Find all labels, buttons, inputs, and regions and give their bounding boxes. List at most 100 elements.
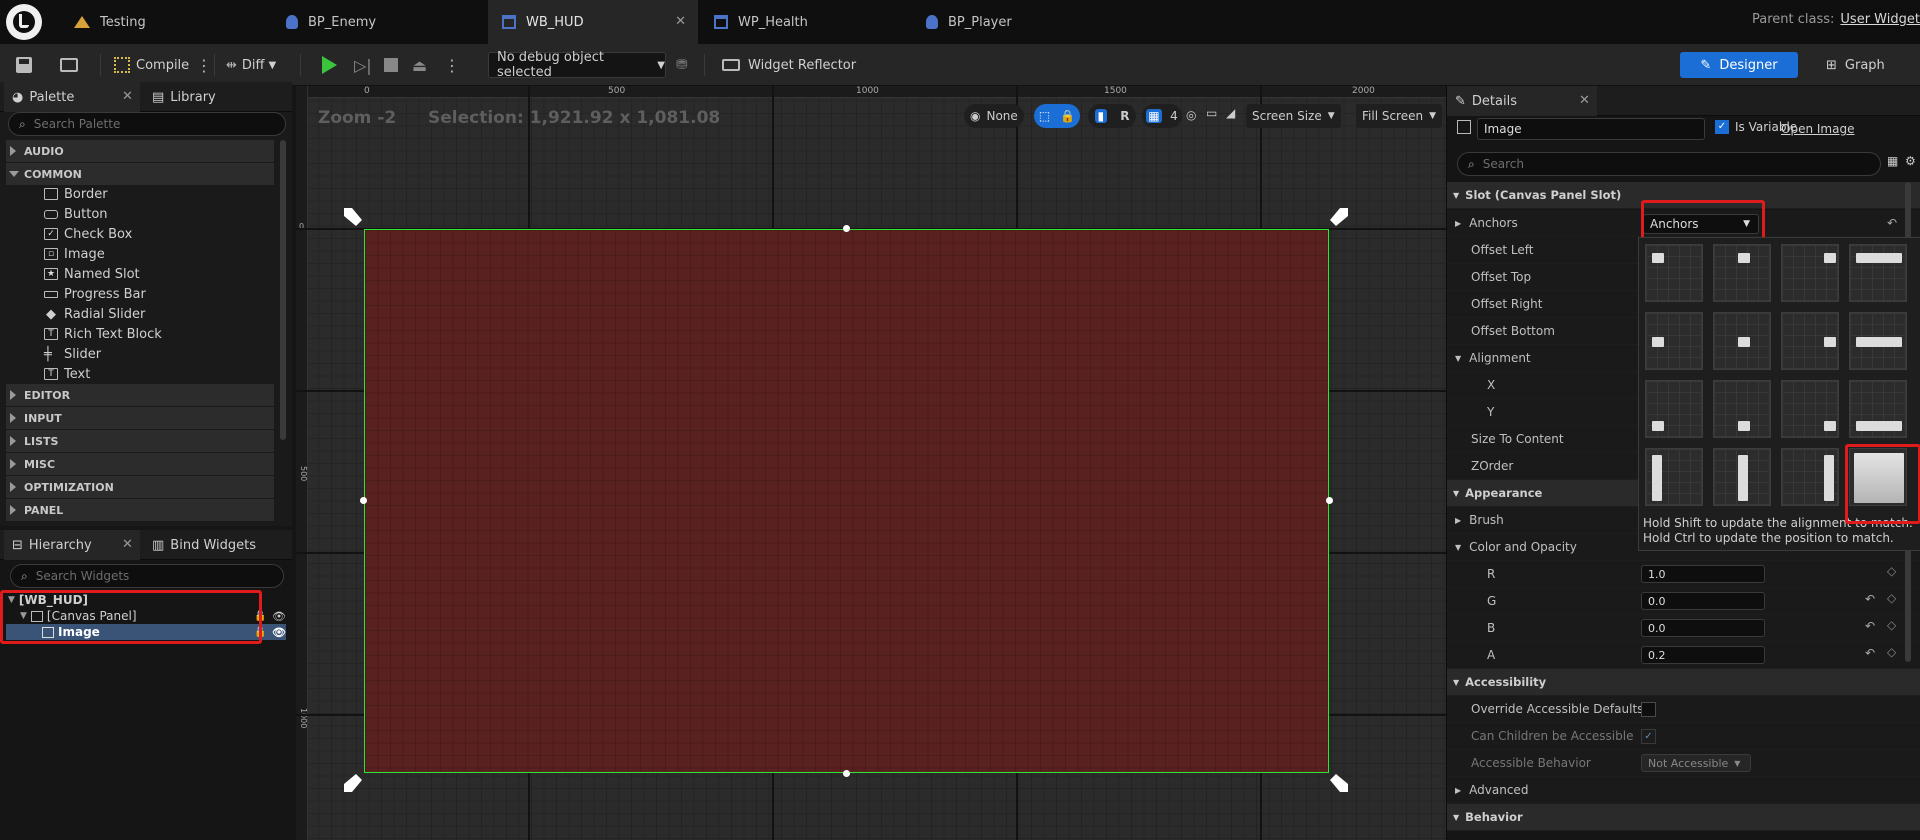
settings-icon[interactable]: ⚙ <box>1905 154 1916 168</box>
lock-icon[interactable]: 🔓 <box>254 611 266 622</box>
reset-icon[interactable]: ↶ <box>1865 619 1875 633</box>
can-children-checkbox[interactable]: ✓ <box>1641 729 1656 744</box>
color-r-input[interactable]: 1.0 <box>1641 565 1765 583</box>
zoom-fit-icon[interactable]: ◎ <box>1186 108 1196 122</box>
keyframe-icon[interactable]: ◇ <box>1887 618 1896 632</box>
category-input[interactable]: INPUT <box>6 407 274 429</box>
anchor-corner-bottom-left[interactable] <box>342 772 364 794</box>
close-tab-icon[interactable]: ✕ <box>675 14 686 29</box>
palette-item-progress-bar[interactable]: Progress Bar <box>44 284 146 304</box>
anchor-preset-bottom-center[interactable] <box>1713 380 1771 438</box>
anchors-dropdown[interactable]: Anchors ▼ <box>1643 214 1759 234</box>
reset-icon[interactable]: ↶ <box>1887 216 1897 230</box>
stop-button[interactable] <box>384 52 398 78</box>
anchor-preset-top-stretch[interactable] <box>1849 244 1907 302</box>
tab-wb-hud[interactable]: WB_HUD ✕ <box>488 0 698 44</box>
image-widget-preview[interactable] <box>364 229 1329 773</box>
anchor-corner-top-left[interactable] <box>342 206 364 228</box>
play-button[interactable] <box>322 52 337 78</box>
palette-scrollbar[interactable] <box>280 140 286 440</box>
tab-bind-widgets[interactable]: ▥ Bind Widgets <box>144 530 284 560</box>
keyframe-icon[interactable]: ◇ <box>1887 645 1896 659</box>
section-behavior[interactable]: ▼ Behavior <box>1447 804 1920 831</box>
palette-item-check-box[interactable]: ✓ Check Box <box>44 224 132 244</box>
tree-item-root[interactable]: ▼ [WB_HUD] <box>8 592 88 608</box>
browse-button[interactable] <box>60 52 78 78</box>
designer-button[interactable]: ✎ Designer <box>1680 52 1798 78</box>
graph-button[interactable]: ⊞ Graph <box>1826 52 1885 78</box>
anchor-preset-center-vstretch[interactable] <box>1713 448 1771 506</box>
designer-canvas[interactable]: 0 500 1000 1500 2000 0 500 1000 Zoom -2 … <box>296 86 1446 840</box>
anchor-preset-bottom-stretch[interactable] <box>1849 380 1907 438</box>
anchor-preset-fill[interactable] <box>1849 448 1907 506</box>
unreal-logo-icon[interactable] <box>6 4 42 40</box>
resize-handle-right[interactable] <box>1326 497 1333 504</box>
anchor-preset-center-right[interactable] <box>1781 312 1839 370</box>
color-b-input[interactable]: 0.0 <box>1641 619 1765 637</box>
category-editor[interactable]: EDITOR <box>6 384 274 406</box>
palette-item-border[interactable]: Border <box>44 184 108 204</box>
reset-icon[interactable]: ↶ <box>1865 646 1875 660</box>
open-image-link[interactable]: Open Image <box>1781 122 1854 136</box>
category-misc[interactable]: MISC <box>6 453 274 475</box>
save-button[interactable] <box>16 52 32 78</box>
category-panel[interactable]: PANEL <box>6 499 274 521</box>
tab-bp-player[interactable]: BP_Player <box>912 0 1122 44</box>
row-advanced[interactable]: ▶ Advanced <box>1447 777 1920 804</box>
localization-toggle[interactable]: ▮ R <box>1088 104 1136 128</box>
palette-item-named-slot[interactable]: ★ Named Slot <box>44 264 140 284</box>
screen-size-dropdown[interactable]: Screen Size ▼ <box>1246 104 1341 128</box>
category-lists[interactable]: LISTS <box>6 430 274 452</box>
close-icon[interactable]: ✕ <box>122 89 133 104</box>
anchor-preset-bottom-right[interactable] <box>1781 380 1839 438</box>
tab-wp-health[interactable]: WP_Health <box>700 0 910 44</box>
anchor-preset-top-left[interactable] <box>1645 244 1703 302</box>
section-slot[interactable]: ▼ Slot (Canvas Panel Slot) <box>1447 182 1920 209</box>
anchor-preset-top-center[interactable] <box>1713 244 1771 302</box>
widget-reflector-button[interactable]: Widget Reflector <box>722 52 856 78</box>
step-button[interactable]: ▷| <box>354 52 372 78</box>
anchor-preset-center-stretch[interactable] <box>1849 312 1907 370</box>
anchor-corner-top-right[interactable] <box>1328 206 1350 228</box>
palette-item-radial-slider[interactable]: ◆ Radial Slider <box>44 304 145 324</box>
keyframe-icon[interactable]: ◇ <box>1887 564 1896 578</box>
anchor-preset-left-stretch[interactable] <box>1645 448 1703 506</box>
color-g-input[interactable]: 0.0 <box>1641 592 1765 610</box>
tab-testing[interactable]: Testing <box>60 0 270 44</box>
reset-icon[interactable]: ↶ <box>1865 592 1875 606</box>
palette-item-rich-text-block[interactable]: T Rich Text Block <box>44 324 162 344</box>
lock-icon[interactable]: 🔓 <box>254 627 266 638</box>
anchor-preset-right-stretch[interactable] <box>1781 448 1839 506</box>
category-optimization[interactable]: OPTIMIZATION <box>6 476 274 498</box>
eject-button[interactable]: ⏏ <box>412 52 427 78</box>
eye-icon[interactable]: 👁 <box>272 610 286 623</box>
keyframe-icon[interactable]: ◇ <box>1887 591 1896 605</box>
tab-details[interactable]: ✎ Details ✕ <box>1447 86 1597 116</box>
resize-handle-left[interactable] <box>360 497 367 504</box>
hierarchy-search-input[interactable]: ⌕ Search Widgets <box>10 564 284 588</box>
debug-filter-button[interactable]: ⛃ <box>676 52 688 78</box>
play-options-icon[interactable]: ⋮ <box>444 52 460 78</box>
resize-handle-bottom[interactable] <box>843 770 850 777</box>
close-icon[interactable]: ✕ <box>1579 93 1590 108</box>
debug-object-select[interactable]: No debug object selected ▼ <box>488 50 666 80</box>
tab-bp-enemy[interactable]: BP_Enemy <box>272 0 482 44</box>
tree-item-image[interactable]: Image 🔓 👁 <box>6 624 286 640</box>
close-icon[interactable]: ✕ <box>122 537 133 552</box>
category-common[interactable]: COMMON <box>6 163 274 185</box>
override-accessible-checkbox[interactable] <box>1641 702 1656 717</box>
background-image-icon[interactable]: ▭ <box>1206 106 1217 120</box>
section-accessibility[interactable]: ▼ Accessibility <box>1447 669 1920 696</box>
widget-name-input[interactable]: Image <box>1477 118 1705 140</box>
anchor-preset-top-right[interactable] <box>1781 244 1839 302</box>
tree-item-canvas-panel[interactable]: ▼ [Canvas Panel] 🔓 👁 <box>20 608 290 624</box>
compile-button[interactable]: Compile <box>114 52 189 78</box>
anchor-preset-center-left[interactable] <box>1645 312 1703 370</box>
parent-class-link[interactable]: User Widget <box>1840 12 1920 27</box>
color-a-input[interactable]: 0.2 <box>1641 646 1765 664</box>
table-view-icon[interactable]: ▦ <box>1887 154 1898 168</box>
diff-button[interactable]: ⇹ Diff ▼ <box>226 52 276 78</box>
palette-item-slider[interactable]: ╪ Slider <box>44 344 101 364</box>
category-audio[interactable]: AUDIO <box>6 140 274 162</box>
accessible-behavior-select[interactable]: Not Accessible ▼ <box>1641 754 1751 772</box>
